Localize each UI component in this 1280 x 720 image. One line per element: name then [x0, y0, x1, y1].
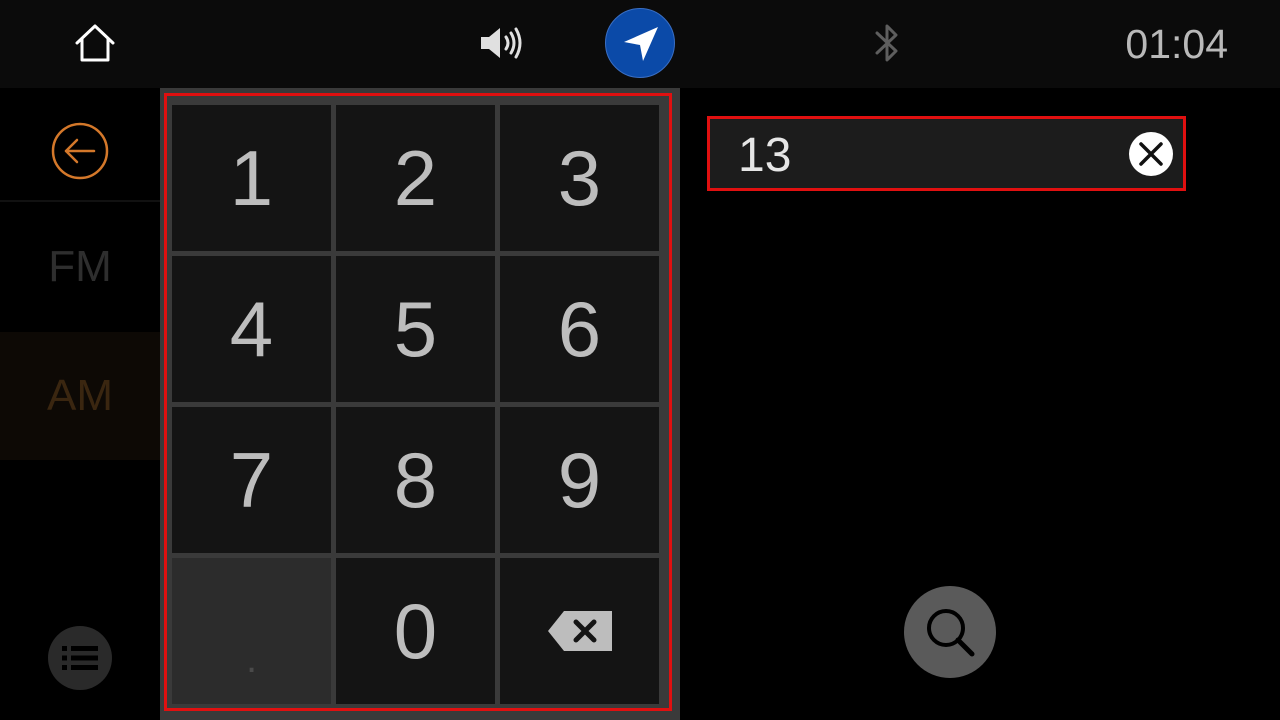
bluetooth-icon: [875, 24, 898, 62]
clear-button[interactable]: [1129, 132, 1173, 176]
radio-frequency-entry-screen: 01:04 FM AM 1 2 3 4 5 6 7 8 9 . 0 13: [0, 0, 1280, 720]
bluetooth-button[interactable]: [872, 20, 902, 66]
list-button[interactable]: [48, 626, 112, 690]
back-arrow-icon: [51, 122, 109, 180]
keypad-highlight: [164, 93, 672, 711]
home-button[interactable]: [73, 22, 117, 64]
sidebar: FM AM: [0, 88, 160, 720]
clear-icon: [1139, 142, 1163, 166]
clock: 01:04: [1125, 21, 1228, 67]
search-button[interactable]: [904, 586, 996, 678]
status-bar: 01:04: [0, 0, 1280, 88]
frequency-input[interactable]: 13: [707, 116, 1186, 191]
home-icon: [75, 24, 115, 62]
band-fm[interactable]: FM: [0, 202, 160, 332]
band-am[interactable]: AM: [0, 332, 160, 460]
back-button[interactable]: [0, 88, 160, 202]
navigation-button[interactable]: [605, 8, 675, 78]
volume-button[interactable]: [478, 24, 526, 62]
search-icon: [927, 609, 975, 657]
volume-icon: [481, 27, 522, 59]
list-icon: [62, 646, 98, 670]
frequency-value: 13: [738, 129, 792, 182]
numeric-keypad: 1 2 3 4 5 6 7 8 9 . 0: [160, 88, 680, 720]
navigation-icon: [624, 27, 658, 61]
